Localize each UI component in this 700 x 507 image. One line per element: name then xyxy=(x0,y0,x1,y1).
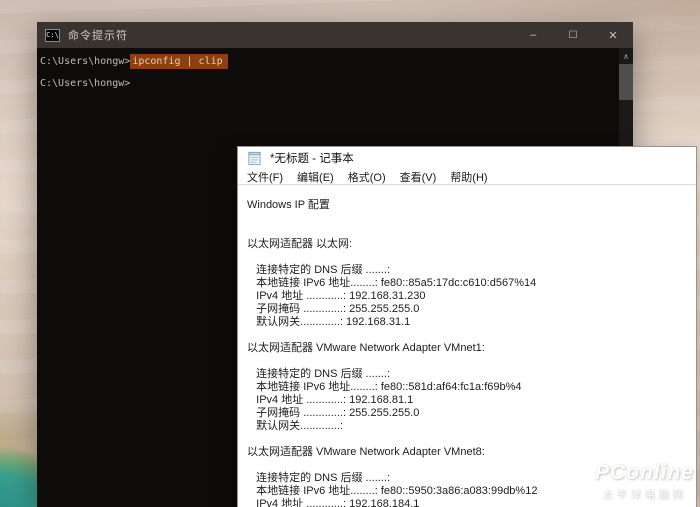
minimize-button[interactable]: – xyxy=(513,22,553,48)
text-line: Windows IP 配置 xyxy=(247,199,330,211)
cmd-selected-command: ipconfig | clip xyxy=(130,54,228,69)
text-line: 本地链接 IPv6 地址........: fe80::581d:af64:fc… xyxy=(247,381,522,393)
text-line: 连接特定的 DNS 后缀 .......: xyxy=(247,264,391,276)
text-line xyxy=(247,251,696,264)
menu-item[interactable]: 查看(V) xyxy=(393,169,444,185)
cmd-window-title: 命令提示符 xyxy=(68,30,128,42)
notepad-window-title: *无标题 - 记事本 xyxy=(270,153,354,165)
notepad-titlebar[interactable]: *无标题 - 记事本 xyxy=(238,147,696,169)
notepad-icon xyxy=(248,151,261,165)
desktop-wallpaper: C:\ 命令提示符 – ☐ ✕ C:\Users\hongw> ipconfig … xyxy=(0,0,700,507)
text-line: 子网掩码 .............: 255.255.255.0 xyxy=(247,303,420,315)
notepad-window: *无标题 - 记事本 文件(F) 编辑(E) 格式(O) 查看(V) 帮助(H) Win… xyxy=(237,146,697,507)
text-line: IPv4 地址 ............: 192.168.31.230 xyxy=(247,290,426,302)
text-line xyxy=(247,355,696,368)
text-line: 以太网适配器 VMware Network Adapter VMnet8: xyxy=(247,446,485,458)
cmd-window-controls: – ☐ ✕ xyxy=(513,22,633,48)
text-line: 子网掩码 .............: 255.255.255.0 xyxy=(247,407,420,419)
menu-item[interactable]: 格式(O) xyxy=(341,169,393,185)
text-line: 连接特定的 DNS 后缀 .......: xyxy=(247,472,391,484)
text-line: 以太网适配器 VMware Network Adapter VMnet1: xyxy=(247,342,485,354)
cmd-line: C:\Users\hongw> ipconfig | clip xyxy=(40,54,619,77)
cmd-prompt: C:\Users\hongw> xyxy=(40,56,131,67)
maximize-button[interactable]: ☐ xyxy=(553,22,593,48)
menu-item[interactable]: 编辑(E) xyxy=(290,169,341,185)
text-line xyxy=(247,225,696,238)
cmd-titlebar[interactable]: C:\ 命令提示符 – ☐ ✕ xyxy=(37,22,633,48)
text-line: 默认网关.............: 192.168.31.1 xyxy=(247,316,411,328)
scroll-up-icon[interactable]: ∧ xyxy=(619,48,633,64)
notepad-menubar: 文件(F) 编辑(E) 格式(O) 查看(V) 帮助(H) xyxy=(238,169,696,185)
text-line: 连接特定的 DNS 后缀 .......: xyxy=(247,368,391,380)
notepad-content[interactable]: Windows IP 配置以太网适配器 以太网: 连接特定的 DNS 后缀 ..… xyxy=(238,186,696,507)
text-line xyxy=(247,459,696,472)
text-line xyxy=(247,329,696,342)
menu-item[interactable]: 帮助(H) xyxy=(443,169,494,185)
cmd-prompt: C:\Users\hongw> xyxy=(40,78,131,89)
text-line: 本地链接 IPv6 地址........: fe80::5950:3a86:a0… xyxy=(247,485,538,497)
text-line xyxy=(247,433,696,446)
cmd-line: C:\Users\hongw> xyxy=(40,77,619,99)
text-line: 以太网适配器 以太网: xyxy=(247,238,353,250)
text-line: IPv4 地址 ............: 192.168.81.1 xyxy=(247,394,414,406)
scrollbar-thumb[interactable] xyxy=(619,64,633,100)
text-line xyxy=(247,212,696,225)
close-button[interactable]: ✕ xyxy=(593,22,633,48)
menu-item[interactable]: 文件(F) xyxy=(240,169,290,185)
text-line: 默认网关.............: xyxy=(247,420,343,432)
text-line: IPv4 地址 ............: 192.168.184.1 xyxy=(247,498,420,507)
text-line: 本地链接 IPv6 地址........: fe80::85a5:17dc:c6… xyxy=(247,277,537,289)
cmd-icon: C:\ xyxy=(45,28,60,42)
